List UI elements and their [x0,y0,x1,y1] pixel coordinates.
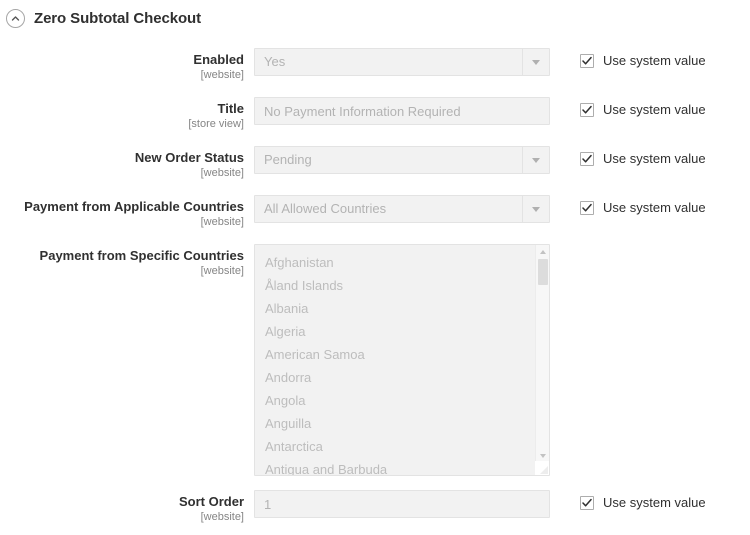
label-text: New Order Status [0,150,244,166]
scroll-up-icon[interactable] [536,245,549,258]
checkbox-checked-icon[interactable] [580,103,594,117]
use-system-value-label: Use system value [603,200,706,215]
list-item[interactable]: Angola [265,389,535,412]
list-item[interactable]: Andorra [265,366,535,389]
resize-handle[interactable] [535,461,549,475]
field-label-enabled: Enabled [website] [0,48,244,83]
field-row-specific-countries: Payment from Specific Countries [website… [0,244,750,476]
label-text: Sort Order [0,494,244,510]
list-item[interactable]: Afghanistan [265,251,535,274]
chevron-up-circle-icon[interactable] [6,9,25,28]
use-system-value-label: Use system value [603,151,706,166]
sort-order-input[interactable]: 1 [254,490,550,518]
use-system-value-label: Use system value [603,102,706,117]
section-header[interactable]: Zero Subtotal Checkout [0,0,750,30]
use-system-value-new-order-status[interactable]: Use system value [580,146,706,166]
enabled-select-value: Yes [255,49,522,75]
scrollbar-vertical[interactable] [535,245,549,475]
scrollbar-thumb[interactable] [538,259,548,285]
field-control-specific-countries: Afghanistan Åland Islands Albania Algeri… [254,244,550,476]
scope-text: [store view] [0,118,244,132]
field-label-specific-countries: Payment from Specific Countries [website… [0,244,244,279]
use-system-value-enabled[interactable]: Use system value [580,48,706,68]
field-control-sort-order: 1 [254,490,550,518]
scope-text: [website] [0,167,244,181]
use-system-value-label: Use system value [603,495,706,510]
checkbox-checked-icon[interactable] [580,496,594,510]
applicable-countries-value: All Allowed Countries [255,196,522,222]
field-control-title: No Payment Information Required [254,97,550,125]
field-row-sort-order: Sort Order [website] 1 Use system value [0,490,750,525]
label-text: Payment from Specific Countries [0,248,244,264]
use-system-value-sort-order[interactable]: Use system value [580,490,706,510]
list-item[interactable]: American Samoa [265,343,535,366]
scope-text: [website] [0,216,244,230]
field-label-applicable-countries: Payment from Applicable Countries [websi… [0,195,244,230]
field-label-title: Title [store view] [0,97,244,132]
list-item[interactable]: Åland Islands [265,274,535,297]
list-item[interactable]: Anguilla [265,412,535,435]
chevron-down-icon[interactable] [522,49,549,75]
use-system-value-applicable-countries[interactable]: Use system value [580,195,706,215]
new-order-status-select[interactable]: Pending [254,146,550,174]
field-label-sort-order: Sort Order [website] [0,490,244,525]
page-title: Zero Subtotal Checkout [34,10,201,27]
scope-text: [website] [0,511,244,525]
country-option-list[interactable]: Afghanistan Åland Islands Albania Algeri… [255,245,535,475]
field-control-enabled: Yes [254,48,550,76]
scope-text: [website] [0,265,244,279]
list-item[interactable]: Antarctica [265,435,535,458]
enabled-select[interactable]: Yes [254,48,550,76]
list-item[interactable]: Albania [265,297,535,320]
config-form: Enabled [website] Yes Use system value T… [0,30,750,525]
specific-countries-multiselect[interactable]: Afghanistan Åland Islands Albania Algeri… [254,244,550,476]
field-control-new-order-status: Pending [254,146,550,174]
field-row-enabled: Enabled [website] Yes Use system value [0,48,750,83]
field-row-title: Title [store view] No Payment Informatio… [0,97,750,132]
label-text: Payment from Applicable Countries [0,199,244,215]
scope-text: [website] [0,69,244,83]
checkbox-checked-icon[interactable] [580,152,594,166]
use-system-value-title[interactable]: Use system value [580,97,706,117]
field-row-applicable-countries: Payment from Applicable Countries [websi… [0,195,750,230]
checkbox-checked-icon[interactable] [580,54,594,68]
field-label-new-order-status: New Order Status [website] [0,146,244,181]
use-system-value-label: Use system value [603,53,706,68]
label-text: Enabled [0,52,244,68]
list-item[interactable]: Algeria [265,320,535,343]
chevron-down-icon[interactable] [522,147,549,173]
checkbox-checked-icon[interactable] [580,201,594,215]
list-item[interactable]: Antigua and Barbuda [265,458,535,475]
title-input[interactable]: No Payment Information Required [254,97,550,125]
field-control-applicable-countries: All Allowed Countries [254,195,550,223]
field-row-new-order-status: New Order Status [website] Pending Use s… [0,146,750,181]
new-order-status-value: Pending [255,147,522,173]
label-text: Title [0,101,244,117]
chevron-down-icon[interactable] [522,196,549,222]
applicable-countries-select[interactable]: All Allowed Countries [254,195,550,223]
